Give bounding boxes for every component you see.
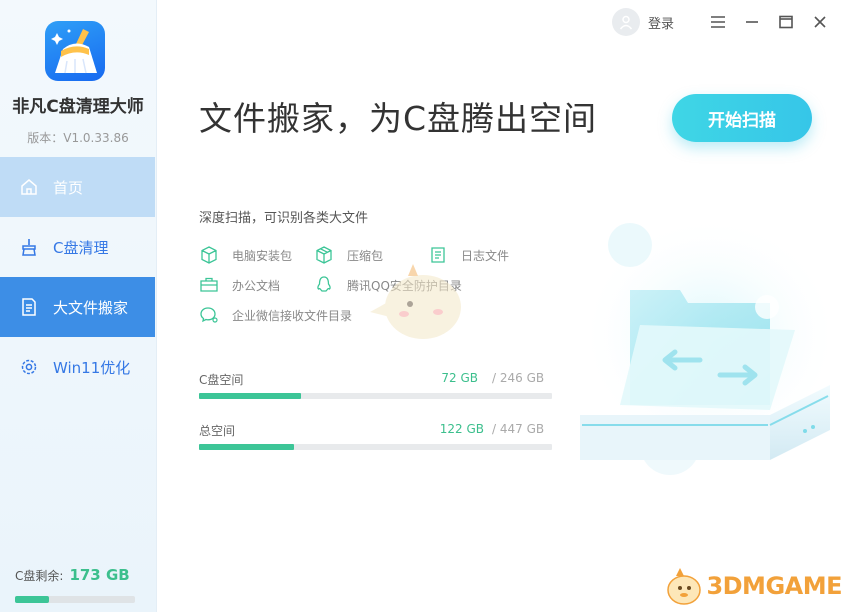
home-icon	[21, 179, 37, 195]
nav-item-home[interactable]: 首页	[0, 157, 155, 217]
title-bar: 登录	[611, 8, 828, 36]
feature-item: 办公文档	[199, 275, 280, 295]
briefcase-icon	[200, 277, 218, 292]
watermark-mascot-image	[370, 264, 461, 339]
disk-remaining: C盘剩余: 173 GB	[15, 566, 130, 584]
close-icon[interactable]	[812, 14, 828, 30]
user-icon	[619, 15, 633, 30]
app-logo-broom-icon	[45, 21, 105, 81]
feature-item: 电脑安装包	[199, 245, 292, 265]
watermark-mascot-icon	[667, 568, 702, 605]
c-drive-space-used: 72 GB	[441, 371, 478, 385]
watermark-text: 3DMGAME	[706, 572, 842, 600]
feature-item: 企业微信接收文件目录	[199, 305, 352, 325]
disk-remaining-bar	[15, 596, 135, 603]
nav-item-label: C盘清理	[53, 238, 109, 257]
start-scan-button[interactable]: 开始扫描	[672, 94, 812, 142]
app-name: 非凡C盘清理大师	[12, 97, 144, 117]
nav-item-label: 大文件搬家	[53, 298, 129, 317]
broom-icon	[22, 239, 36, 256]
c-drive-space-bar	[199, 393, 552, 399]
document-icon	[22, 298, 36, 316]
avatar[interactable]	[611, 8, 640, 36]
qq-penguin-icon	[317, 276, 331, 292]
nav-item-large-file-move[interactable]: 大文件搬家	[0, 277, 155, 337]
menu-icon[interactable]	[710, 14, 726, 30]
nav-item-win11-optimize[interactable]: Win11优化	[0, 337, 155, 397]
total-space-bar-fill	[199, 444, 295, 450]
total-space-bar	[199, 444, 552, 450]
total-space-label: 总空间	[199, 424, 236, 438]
disk-remaining-label: C盘剩余:	[15, 569, 64, 583]
page-title: 文件搬家，为C盘腾出空间	[199, 99, 598, 138]
sidebar: 非凡C盘清理大师 版本：V1.0.33.86 首页 C盘清理 大文件搬家 Win…	[0, 0, 157, 612]
login-button[interactable]: 登录	[648, 13, 674, 32]
folder-move-illustration	[580, 215, 840, 475]
scan-subtitle: 深度扫描，可识别各类大文件	[199, 211, 369, 226]
minimize-icon[interactable]	[744, 14, 760, 30]
total-space-total: / 447 GB	[492, 422, 545, 436]
c-drive-space-bar-fill	[199, 393, 302, 399]
gear-icon	[21, 359, 37, 375]
c-drive-space-total: / 246 GB	[492, 371, 545, 385]
c-drive-space-label: C盘空间	[199, 373, 244, 387]
watermark-logo: 3DMGAME	[662, 564, 842, 608]
maximize-icon[interactable]	[778, 14, 794, 30]
nav-item-c-clean[interactable]: C盘清理	[0, 217, 155, 277]
disk-remaining-bar-fill	[15, 596, 49, 603]
total-space-used: 122 GB	[439, 422, 484, 436]
nav-item-label: 首页	[53, 178, 84, 197]
archive-icon	[316, 246, 332, 264]
wecom-chat-icon	[200, 307, 218, 323]
nav-item-label: Win11优化	[53, 358, 131, 377]
app-version: 版本：V1.0.33.86	[27, 131, 129, 145]
disk-remaining-value: 173 GB	[69, 566, 130, 584]
package-box-icon	[201, 246, 217, 264]
